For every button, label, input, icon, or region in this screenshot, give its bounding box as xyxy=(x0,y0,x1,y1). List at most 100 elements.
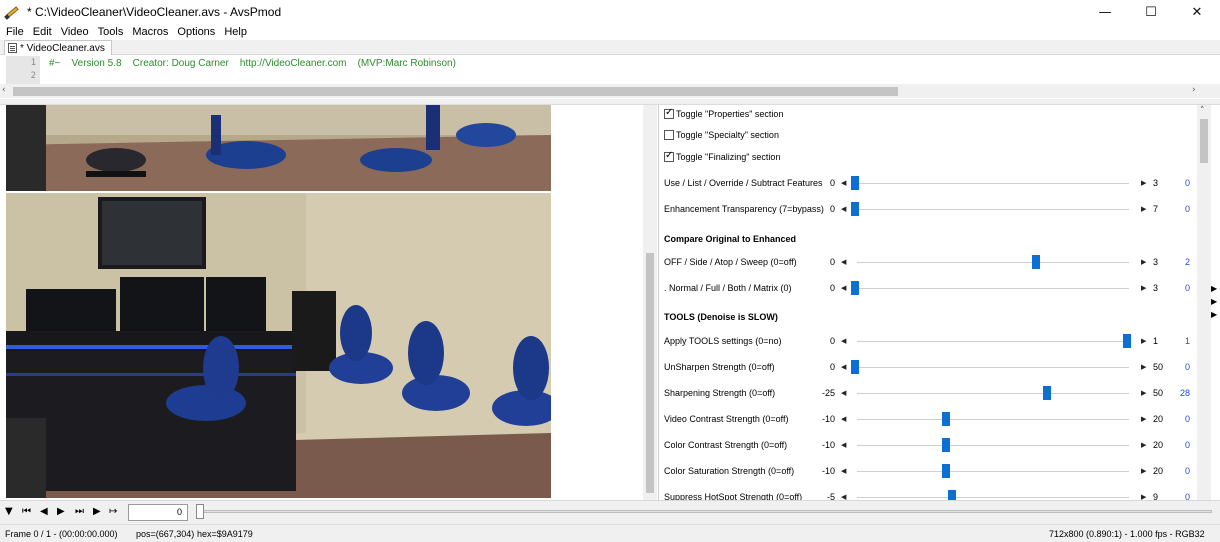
menu-video[interactable]: Video xyxy=(56,26,93,38)
slider-increment-icon[interactable]: ▶ xyxy=(1141,258,1146,266)
chevron-right-icon[interactable]: ▶ xyxy=(1211,284,1217,293)
toggle-finalizing-checkbox[interactable]: Toggle "Finalizing" section xyxy=(664,150,780,162)
first-frame-icon[interactable]: ⏮ xyxy=(22,506,31,517)
slider-decrement-icon[interactable]: ◀ xyxy=(841,389,846,397)
slider-decrement-icon[interactable]: ◀ xyxy=(841,284,846,292)
slider-decrement-icon[interactable]: ◀ xyxy=(841,258,846,266)
slider-track[interactable] xyxy=(857,393,1129,394)
panel-vertical-scrollbar[interactable]: ˄ xyxy=(1197,105,1211,500)
menu-file[interactable]: File xyxy=(0,26,28,38)
next-frame-icon[interactable]: ▶ xyxy=(57,506,65,517)
video-frame-image xyxy=(6,193,551,498)
editor-horizontal-scrollbar[interactable]: ‹ › xyxy=(0,84,1220,98)
slider-knob[interactable] xyxy=(1123,334,1131,348)
slider-current-value: 0 xyxy=(1184,204,1190,214)
video-vertical-scrollbar[interactable] xyxy=(643,105,657,500)
slider-decrement-icon[interactable]: ◀ xyxy=(841,441,846,449)
menu-edit[interactable]: Edit xyxy=(28,26,56,38)
scroll-right-icon[interactable]: › xyxy=(1192,85,1196,95)
checkbox-unchecked-icon[interactable] xyxy=(664,130,674,140)
slider-increment-icon[interactable]: ▶ xyxy=(1141,467,1146,475)
maximize-button[interactable]: ☐ xyxy=(1128,0,1174,24)
scrollbar-thumb[interactable] xyxy=(1200,119,1208,163)
slider-knob[interactable] xyxy=(942,412,950,426)
jump-icon[interactable]: ↦ xyxy=(109,506,117,517)
slider-increment-icon[interactable]: ▶ xyxy=(1141,179,1146,187)
slider-track[interactable] xyxy=(857,419,1129,420)
slider-track[interactable] xyxy=(857,445,1129,446)
hex-status: hex=$9A9179 xyxy=(197,529,253,539)
window-title: * C:\VideoCleaner\VideoCleaner.avs - Avs… xyxy=(27,5,282,19)
slider-current-value: 0 xyxy=(1184,414,1190,424)
seek-handle[interactable] xyxy=(196,504,204,519)
frame-number-input[interactable]: 0 xyxy=(128,504,188,521)
slider-decrement-icon[interactable]: ◀ xyxy=(841,467,846,475)
slider-knob[interactable] xyxy=(851,202,859,216)
slider-current-value: 0 xyxy=(1184,362,1190,372)
scroll-left-icon[interactable]: ‹ xyxy=(2,85,6,95)
tab-videocleaner[interactable]: * VideoCleaner.avs xyxy=(4,40,112,55)
slider-increment-icon[interactable]: ▶ xyxy=(1141,284,1146,292)
menu-macros[interactable]: Macros xyxy=(127,26,172,38)
slider-track[interactable] xyxy=(857,288,1129,289)
scrollbar-thumb[interactable] xyxy=(13,87,898,96)
slider-track[interactable] xyxy=(857,183,1129,184)
slider-increment-icon[interactable]: ▶ xyxy=(1141,337,1146,345)
menu-options[interactable]: Options xyxy=(172,26,219,38)
slider-current-value: 0 xyxy=(1184,466,1190,476)
slider-knob[interactable] xyxy=(942,438,950,452)
last-frame-icon[interactable]: ⏭ xyxy=(75,506,84,517)
toggle-properties-checkbox[interactable]: Toggle "Properties" section xyxy=(664,107,784,119)
checkbox-checked-icon[interactable] xyxy=(664,107,674,119)
slider-track[interactable] xyxy=(857,209,1129,210)
slider-label: Use / List / Override / Subtract Feature… xyxy=(664,178,823,188)
slider-decrement-icon[interactable]: ◀ xyxy=(841,415,846,423)
slider-min-value: 0 xyxy=(829,257,835,267)
slider-decrement-icon[interactable]: ◀ xyxy=(841,179,846,187)
slider-decrement-icon[interactable]: ◀ xyxy=(841,205,846,213)
menu-help[interactable]: Help xyxy=(219,26,251,38)
toggle-label: Toggle "Properties" section xyxy=(676,109,784,119)
toggle-label: Toggle "Specialty" section xyxy=(676,130,779,140)
slider-track[interactable] xyxy=(857,262,1129,263)
slider-increment-icon[interactable]: ▶ xyxy=(1141,415,1146,423)
video-info-status: 712x800 (0.890:1) - 1.000 fps - RGB32 xyxy=(1049,529,1205,539)
seek-bar[interactable] xyxy=(200,510,1212,513)
video-frame-top xyxy=(6,105,551,191)
slider-decrement-icon[interactable]: ◀ xyxy=(841,493,846,500)
slider-knob[interactable] xyxy=(851,281,859,295)
slider-knob[interactable] xyxy=(948,490,956,500)
slider-decrement-icon[interactable]: ◀ xyxy=(841,337,846,345)
slider-knob[interactable] xyxy=(1043,386,1051,400)
minimize-button[interactable]: — xyxy=(1082,0,1128,24)
slider-increment-icon[interactable]: ▶ xyxy=(1141,205,1146,213)
slider-increment-icon[interactable]: ▶ xyxy=(1141,493,1146,500)
chevron-right-icon[interactable]: ▶ xyxy=(1211,297,1217,306)
checkbox-checked-icon[interactable] xyxy=(664,150,674,162)
code-line[interactable]: #~ Version 5.8 Creator: Doug Carner http… xyxy=(49,58,456,69)
slider-label: Suppress HotSpot Strength (0=off) xyxy=(664,492,803,500)
slider-increment-icon[interactable]: ▶ xyxy=(1141,363,1146,371)
slider-track[interactable] xyxy=(857,497,1129,498)
slider-knob[interactable] xyxy=(942,464,950,478)
scroll-up-icon[interactable]: ˄ xyxy=(1200,106,1205,116)
close-button[interactable]: ✕ xyxy=(1174,0,1220,24)
toggle-specialty-checkbox[interactable]: Toggle "Specialty" section xyxy=(664,130,779,140)
script-editor[interactable]: 1 2 #~ Version 5.8 Creator: Doug Carner … xyxy=(0,55,1220,98)
slider-increment-icon[interactable]: ▶ xyxy=(1141,389,1146,397)
prev-frame-icon[interactable]: ◀ xyxy=(40,506,48,517)
slider-increment-icon[interactable]: ▶ xyxy=(1141,441,1146,449)
slider-knob[interactable] xyxy=(1032,255,1040,269)
video-preview[interactable] xyxy=(0,105,657,500)
scrollbar-thumb[interactable] xyxy=(646,253,654,493)
slider-knob[interactable] xyxy=(851,360,859,374)
slider-decrement-icon[interactable]: ◀ xyxy=(841,363,846,371)
slider-track[interactable] xyxy=(857,367,1129,368)
menu-tools[interactable]: Tools xyxy=(93,26,128,38)
slider-track[interactable] xyxy=(857,471,1129,472)
toggle-preview-icon[interactable]: ▼ xyxy=(5,506,13,517)
chevron-right-icon[interactable]: ▶ xyxy=(1211,310,1217,319)
slider-track[interactable] xyxy=(857,341,1129,342)
slider-knob[interactable] xyxy=(851,176,859,190)
play-icon[interactable]: ▶ xyxy=(93,506,101,517)
